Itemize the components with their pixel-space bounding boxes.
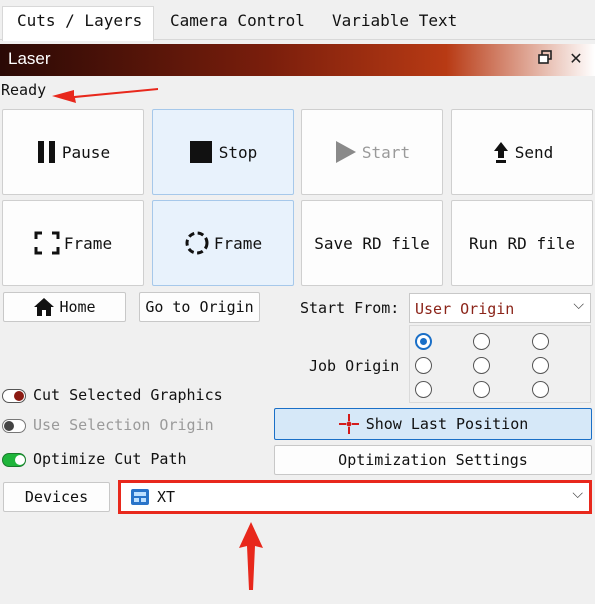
home-button[interactable]: Home (3, 292, 126, 322)
frame-circle-icon (184, 230, 210, 256)
stop-button[interactable]: Stop (152, 109, 294, 195)
job-origin-grid (409, 325, 591, 403)
laser-device-icon (130, 488, 150, 506)
job-origin-label: Job Origin (309, 357, 400, 375)
device-select[interactable]: XT ⌵ (118, 480, 592, 514)
home-icon (33, 297, 55, 317)
origin-radio-middle-right[interactable] (532, 357, 549, 374)
origin-radio-top-left[interactable] (415, 333, 432, 350)
run-rd-file-button[interactable]: Run RD file (451, 200, 593, 286)
tab-label: Cuts / Layers (17, 11, 143, 30)
origin-radio-bottom-left[interactable] (415, 381, 432, 398)
run-rd-label: Run RD file (469, 233, 575, 253)
use-selection-origin-toggle[interactable] (2, 419, 26, 433)
start-from-value: User Origin (415, 300, 515, 318)
chevron-down-icon: ⌵ (573, 297, 584, 313)
frame-label: Frame (63, 233, 113, 253)
tab-variable-text[interactable]: Variable Text (318, 7, 468, 37)
annotation-arrow-status (52, 88, 158, 103)
show-last-position-button[interactable]: Show Last Position (274, 408, 592, 440)
tab-camera-control[interactable]: Camera Control (156, 7, 314, 37)
send-button[interactable]: Send (451, 109, 593, 195)
go-to-origin-button[interactable]: Go to Origin (139, 292, 260, 322)
home-label: Home (59, 298, 96, 316)
tab-label: Camera Control (170, 11, 305, 30)
go-to-origin-label: Go to Origin (145, 298, 254, 316)
laser-panel-header: Laser ✕ (0, 44, 595, 76)
frame-circle-label: Frame (213, 233, 263, 253)
send-label: Send (514, 142, 554, 162)
pause-button[interactable]: Pause (2, 109, 144, 195)
optimization-settings-label: Optimization Settings (338, 451, 528, 469)
origin-radio-middle-center[interactable] (473, 357, 490, 374)
status-text: Ready (1, 81, 47, 99)
stop-icon (189, 140, 215, 164)
pause-icon (36, 140, 58, 164)
start-button[interactable]: Start (301, 109, 443, 195)
frame-circle-button[interactable]: Frame (152, 200, 294, 286)
optimization-settings-button[interactable]: Optimization Settings (274, 445, 592, 475)
tab-bar: Cuts / Layers Camera Control Variable Te… (0, 0, 595, 41)
start-label: Start (361, 142, 411, 162)
stop-label: Stop (218, 142, 258, 162)
origin-radio-bottom-center[interactable] (473, 381, 490, 398)
frame-square-icon (34, 231, 60, 255)
float-window-icon[interactable] (534, 48, 556, 70)
start-from-label: Start From: (300, 299, 400, 317)
devices-button[interactable]: Devices (3, 482, 110, 512)
annotation-arrow-devices (239, 522, 263, 590)
origin-radio-top-center[interactable] (473, 333, 490, 350)
panel-title: Laser (8, 49, 51, 68)
show-last-position-label: Show Last Position (365, 415, 529, 433)
optimize-cut-path-toggle[interactable] (2, 453, 26, 467)
play-icon (334, 140, 358, 164)
tab-label: Variable Text (332, 11, 458, 30)
cut-selected-graphics-toggle[interactable] (2, 389, 26, 403)
origin-radio-bottom-right[interactable] (532, 381, 549, 398)
close-icon[interactable]: ✕ (565, 48, 587, 70)
tab-cuts-layers[interactable]: Cuts / Layers (2, 6, 154, 41)
origin-radio-middle-left[interactable] (415, 357, 432, 374)
start-from-select[interactable]: User Origin ⌵ (409, 293, 591, 323)
save-rd-label: Save RD file (314, 233, 430, 253)
use-selection-origin-label: Use Selection Origin (33, 416, 214, 434)
optimize-cut-path-label: Optimize Cut Path (33, 450, 187, 468)
devices-label: Devices (24, 488, 89, 506)
cut-selected-graphics-label: Cut Selected Graphics (33, 386, 223, 404)
upload-arrow-icon (491, 140, 511, 164)
device-value: XT (157, 488, 176, 506)
save-rd-file-button[interactable]: Save RD file (301, 200, 443, 286)
chevron-down-icon: ⌵ (572, 486, 583, 502)
origin-radio-top-right[interactable] (532, 333, 549, 350)
pause-label: Pause (61, 142, 111, 162)
frame-button[interactable]: Frame (2, 200, 144, 286)
crosshair-icon (338, 413, 360, 435)
